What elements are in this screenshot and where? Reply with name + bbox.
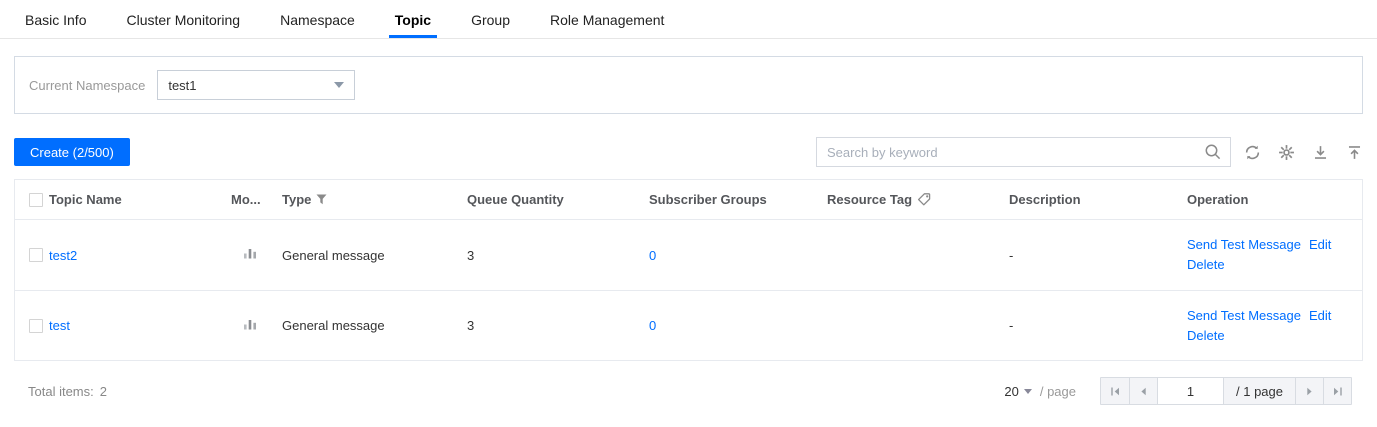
namespace-select-value: test1 (168, 77, 197, 93)
page-total-label: / 1 page (1223, 378, 1295, 404)
namespace-panel: Current Namespace test1 (14, 56, 1363, 114)
pagination: 20 / page / 1 page (1004, 377, 1352, 405)
total-items-label: Total items: (28, 383, 94, 399)
col-topic-name: Topic Name (49, 192, 122, 207)
col-type: Type (282, 180, 467, 219)
create-button[interactable]: Create (2/500) (14, 138, 130, 166)
queue-quantity: 3 (467, 318, 475, 333)
row-checkbox[interactable] (29, 318, 43, 333)
description-cell: - (1009, 247, 1014, 263)
send-test-message-link[interactable]: Send Test Message (1187, 235, 1301, 255)
settings-gear-icon[interactable] (1278, 144, 1295, 161)
topic-type: General message (282, 247, 385, 263)
page-size-select[interactable]: 20 / page (1004, 384, 1076, 399)
col-monitor: Mo... (231, 192, 261, 207)
resource-tag-cell (827, 220, 1009, 290)
page-number-input[interactable] (1157, 378, 1223, 404)
namespace-select[interactable]: test1 (157, 70, 356, 100)
toolbar: Create (2/500) (14, 137, 1363, 167)
operation-links: Send Test Message Edit Delete (1187, 306, 1352, 346)
edit-link[interactable]: Edit (1309, 235, 1331, 255)
subscriber-groups-link[interactable]: 0 (649, 248, 656, 263)
back-to-top-icon[interactable] (1346, 144, 1363, 161)
queue-quantity: 3 (467, 247, 475, 263)
topic-name-link[interactable]: test (49, 318, 70, 333)
tab-basic-info[interactable]: Basic Info (19, 10, 92, 38)
pager: / 1 page (1100, 377, 1352, 405)
total-items-count: 2 (99, 383, 107, 399)
col-operation: Operation (1187, 192, 1249, 207)
description-cell: - (1009, 318, 1014, 333)
tab-topic[interactable]: Topic (388, 10, 438, 38)
next-page-button[interactable] (1295, 378, 1323, 404)
tag-icon[interactable] (917, 192, 932, 207)
search-box (816, 137, 1231, 167)
topic-type: General message (282, 318, 385, 333)
topic-name-link[interactable]: test2 (49, 248, 77, 263)
edit-link[interactable]: Edit (1309, 306, 1331, 326)
table-row: test General message 3 0 - Send Test Mes… (15, 290, 1362, 360)
subscriber-groups-link[interactable]: 0 (649, 318, 656, 333)
table-footer: Total items: 2 20 / page / 1 page (14, 361, 1363, 405)
search-input[interactable] (817, 138, 1230, 166)
per-page-label: / page (1039, 383, 1076, 399)
last-page-button[interactable] (1323, 378, 1351, 404)
delete-link[interactable]: Delete (1187, 255, 1225, 275)
filter-funnel-icon[interactable] (316, 194, 327, 205)
col-type-label: Type (282, 192, 312, 207)
delete-link[interactable]: Delete (1187, 326, 1225, 346)
col-queue-quantity: Queue Quantity (467, 192, 564, 207)
download-icon[interactable] (1312, 144, 1329, 161)
select-all-checkbox[interactable] (29, 192, 43, 207)
total-items: Total items: 2 (28, 384, 107, 399)
chevron-down-icon (334, 82, 345, 88)
topic-table: Topic Name Mo... Type Queue Quantity Sub… (14, 179, 1363, 361)
monitor-bar-chart-icon[interactable] (243, 318, 257, 334)
send-test-message-link[interactable]: Send Test Message (1187, 306, 1301, 326)
page-size-value: 20 (1004, 383, 1019, 399)
tab-group[interactable]: Group (465, 10, 516, 38)
col-subscriber-groups: Subscriber Groups (649, 192, 767, 207)
col-resource-tag-label: Resource Tag (827, 192, 913, 207)
col-resource-tag: Resource Tag (827, 180, 1009, 219)
tab-bar: Basic Info Cluster Monitoring Namespace … (0, 10, 1377, 39)
refresh-icon[interactable] (1244, 144, 1261, 161)
prev-page-button[interactable] (1129, 378, 1157, 404)
col-description: Description (1009, 192, 1081, 207)
row-checkbox[interactable] (29, 248, 43, 262)
first-page-button[interactable] (1101, 378, 1129, 404)
search-icon[interactable] (1204, 143, 1222, 161)
tab-namespace[interactable]: Namespace (274, 10, 361, 38)
chevron-down-icon (1023, 388, 1032, 394)
table-row: test2 General message 3 0 - Send Test Me… (15, 220, 1362, 290)
monitor-bar-chart-icon[interactable] (243, 247, 257, 263)
tab-role-management[interactable]: Role Management (544, 10, 670, 38)
table-header-row: Topic Name Mo... Type Queue Quantity Sub… (15, 180, 1362, 220)
tab-cluster-monitoring[interactable]: Cluster Monitoring (120, 10, 246, 38)
resource-tag-cell (827, 291, 1009, 360)
operation-links: Send Test Message Edit Delete (1187, 235, 1352, 275)
namespace-label: Current Namespace (29, 77, 146, 93)
table-tool-icons (1244, 144, 1363, 161)
